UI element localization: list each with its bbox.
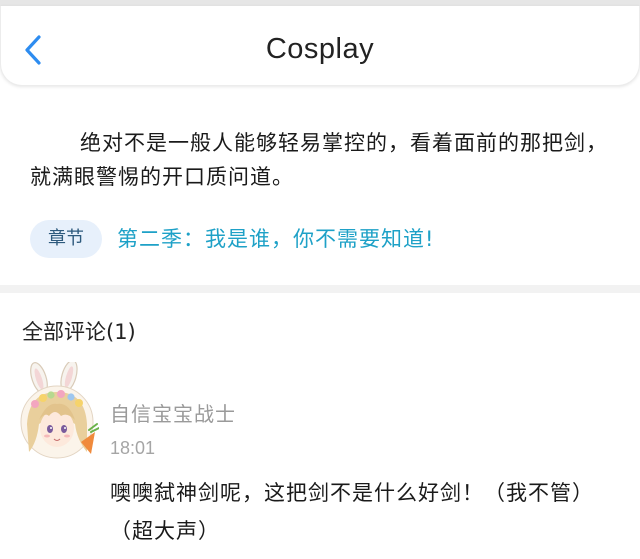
comment-text: 噢噢弑神剑呢，这把剑不是什么好剑！（我不管）（超大声） [110, 481, 594, 543]
anime-girl-bunny-ears-avatar [20, 359, 100, 459]
comment-timestamp: 18:01 [110, 438, 156, 458]
page-title: Cosplay [265, 33, 375, 65]
header-bar: Cosplay [0, 6, 640, 86]
comment-author[interactable]: 自信宝宝战士 [110, 398, 236, 427]
chapter-badge: 章节 [30, 220, 102, 258]
chapter-link[interactable]: 第二季：我是谁，你不需要知道! [117, 223, 434, 253]
chapter-summary: 绝对不是一般人能够轻易掌控的，看着面前的那把剑，就满眼警惕的开口质问道。 [30, 131, 608, 189]
avatar[interactable] [17, 359, 100, 462]
section-divider [0, 285, 640, 293]
comments-heading: 全部评论(1) [22, 320, 136, 344]
